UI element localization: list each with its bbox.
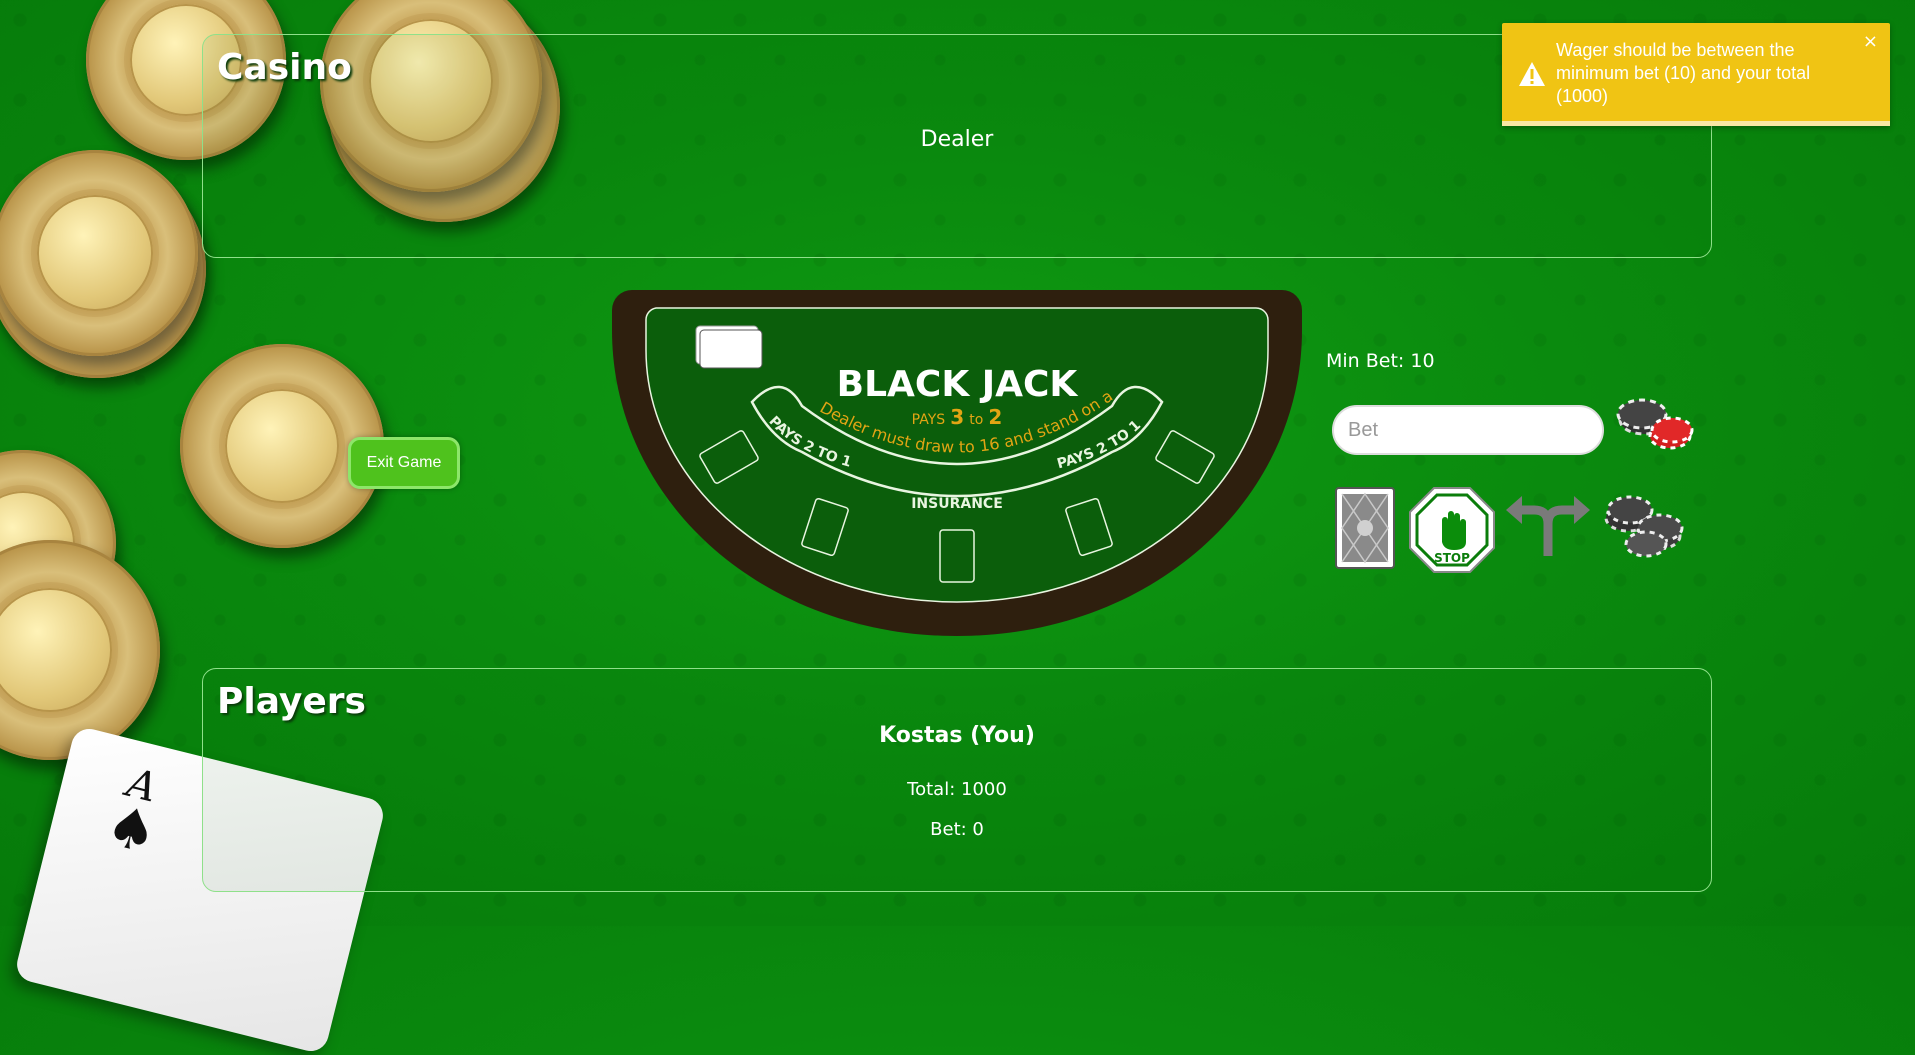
double-down-button[interactable] [1600,484,1690,564]
exit-game-button[interactable]: Exit Game [348,437,460,489]
players-panel: Players Kostas (You) Total: 1000 Bet: 0 [202,668,1712,892]
insurance-text: INSURANCE [911,496,1003,512]
split-arrows-icon [1506,496,1590,556]
players-title: Players [217,681,366,722]
bet-chips-icon [1616,398,1694,450]
player-total: Total: 1000 [907,779,1007,800]
stand-button[interactable]: STOP [1408,486,1496,578]
dealer-label: Dealer [920,127,994,152]
toast-progress [1502,121,1890,126]
warning-toast: Wager should be between the minimum bet … [1502,23,1890,126]
svg-text:STOP: STOP [1434,551,1470,565]
toast-close-button[interactable]: × [1863,31,1878,52]
min-bet-label: Min Bet: 10 [1326,350,1435,372]
warning-icon [1519,62,1545,86]
chip-decor [0,540,160,760]
spade-icon: ♠ [99,792,164,868]
stop-icon: STOP [1409,487,1495,573]
brand-title: BLACK JACK [837,364,1079,405]
player-name: Kostas (You) [879,723,1035,748]
card-back-icon [1335,487,1395,569]
chip-decor [0,150,198,356]
deck-icon [695,325,763,369]
casino-panel: Casino Dealer [202,34,1712,258]
place-bet-chips-button[interactable] [1616,398,1696,460]
player-bet: Bet: 0 [930,819,984,840]
bet-input[interactable] [1332,405,1604,455]
casino-title: Casino [217,47,352,88]
chips-icon [1604,495,1684,558]
split-button[interactable] [1504,488,1592,562]
hit-button[interactable] [1334,486,1398,576]
blackjack-table: Dealer must draw to 16 and stand on all … [612,290,1302,636]
toast-message: Wager should be between the minimum bet … [1556,40,1811,106]
